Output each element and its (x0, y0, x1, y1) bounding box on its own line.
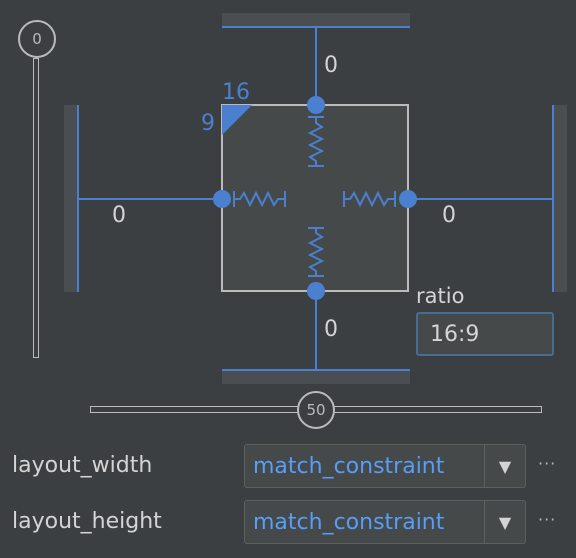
bottom-anchor-dot[interactable] (307, 282, 325, 300)
ellipsis-icon[interactable]: ··· (538, 454, 556, 473)
vertical-bias-knob[interactable]: 0 (18, 20, 56, 58)
left-target-bar (64, 105, 78, 292)
left-anchor-dot[interactable] (213, 190, 231, 208)
ellipsis-icon[interactable]: ··· (538, 510, 556, 529)
bottom-target-bar (222, 370, 410, 384)
bottom-margin-value[interactable]: 0 (324, 317, 338, 342)
right-anchor-dot[interactable] (399, 190, 417, 208)
left-margin-value[interactable]: 0 (112, 203, 126, 228)
vertical-bias-slider[interactable] (33, 58, 39, 358)
ratio-input[interactable] (416, 312, 554, 356)
horizontal-bias-knob[interactable]: 50 (297, 391, 335, 429)
top-margin-value[interactable]: 0 (324, 53, 338, 78)
right-margin-value[interactable]: 0 (442, 203, 456, 228)
triangle-down-icon[interactable]: ▼ (485, 513, 525, 532)
ratio-height-label: 9 (201, 111, 215, 136)
layout-height-label: layout_height (12, 509, 162, 534)
layout-width-value: match_constraint (253, 453, 445, 479)
right-target-bar (553, 105, 567, 292)
layout-height-dropdown[interactable]: match_constraint ▼ (244, 500, 526, 544)
ratio-width-label: 16 (222, 80, 250, 105)
layout-height-value: match_constraint (253, 509, 445, 535)
top-target-bar (222, 13, 410, 27)
triangle-down-icon[interactable]: ▼ (485, 457, 525, 476)
layout-width-dropdown[interactable]: match_constraint ▼ (244, 444, 526, 488)
ratio-label: ratio (416, 284, 465, 308)
top-anchor-dot[interactable] (307, 96, 325, 114)
layout-width-label: layout_width (12, 453, 153, 478)
